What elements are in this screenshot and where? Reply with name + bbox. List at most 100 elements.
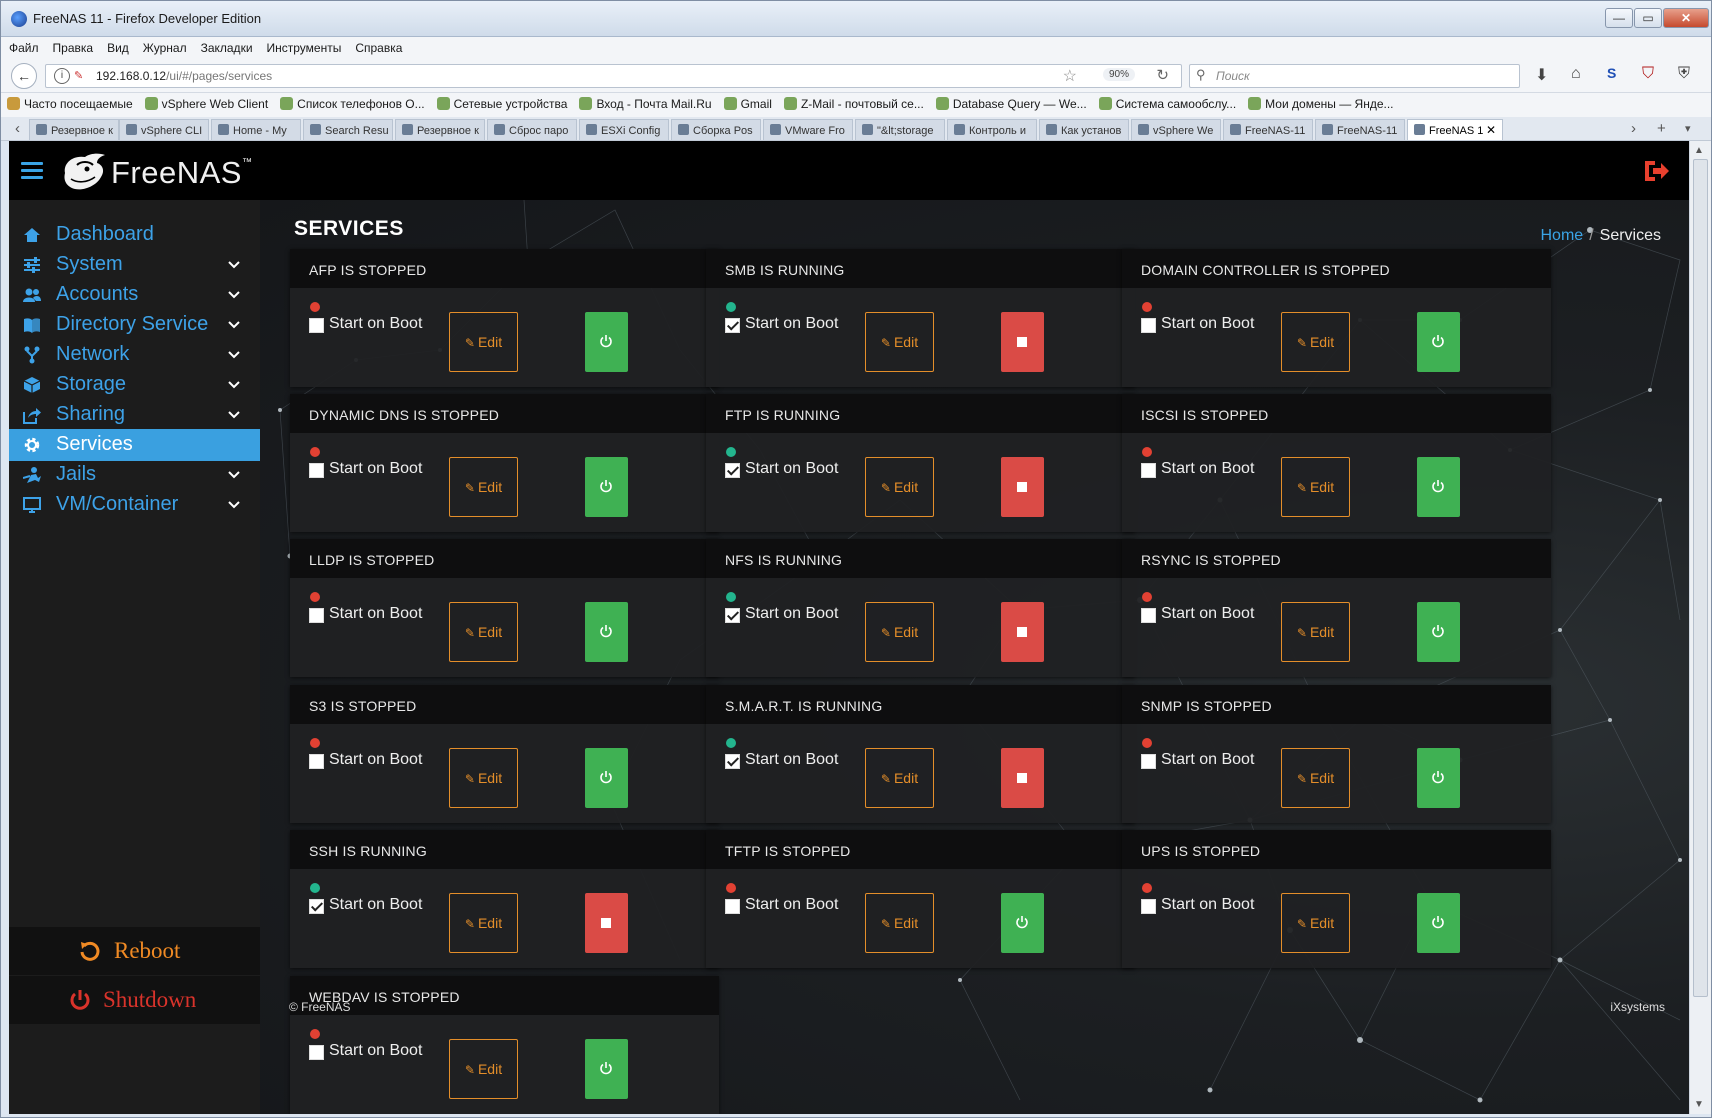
edit-button[interactable]: ✎ Edit bbox=[1281, 893, 1350, 953]
browser-tab[interactable]: VMware Fro bbox=[763, 119, 853, 140]
edit-button[interactable]: ✎ Edit bbox=[1281, 748, 1350, 808]
scroll-up-icon[interactable]: ▲ bbox=[1694, 145, 1704, 156]
start-on-boot-checkbox[interactable] bbox=[725, 463, 740, 478]
bookmark-item[interactable]: Часто посещаемые bbox=[1, 93, 139, 111]
start-service-button[interactable] bbox=[1001, 893, 1044, 953]
addon-s-icon[interactable]: S bbox=[1607, 65, 1616, 81]
page-scrollbar[interactable]: ▲ ▼ bbox=[1689, 141, 1711, 1114]
start-service-button[interactable] bbox=[1417, 893, 1460, 953]
bookmark-item[interactable]: Сетевые устройства bbox=[431, 93, 574, 111]
sidebar-item-accounts[interactable]: Accounts bbox=[9, 279, 260, 311]
bookmark-star-icon[interactable]: ☆ bbox=[1063, 66, 1077, 86]
menu-history[interactable]: Журнал bbox=[135, 37, 193, 55]
start-service-button[interactable] bbox=[1417, 312, 1460, 372]
edit-button[interactable]: ✎ Edit bbox=[449, 748, 518, 808]
start-on-boot-label[interactable]: Start on Boot bbox=[1161, 605, 1254, 623]
start-on-boot-checkbox[interactable] bbox=[309, 754, 324, 769]
menu-help[interactable]: Справка bbox=[347, 37, 408, 55]
browser-tab[interactable]: Home - My bbox=[211, 119, 301, 140]
bookmark-item[interactable]: Мои домены — Янде... bbox=[1242, 93, 1399, 111]
browser-tab[interactable]: vSphere CLI bbox=[119, 119, 209, 140]
stop-service-button[interactable] bbox=[1001, 457, 1044, 517]
scrollbar-thumb[interactable] bbox=[1693, 159, 1708, 997]
bookmark-item[interactable]: Список телефонов О... bbox=[274, 93, 430, 111]
edit-button[interactable]: ✎ Edit bbox=[865, 312, 934, 372]
edit-button[interactable]: ✎ Edit bbox=[449, 312, 518, 372]
browser-tab[interactable]: Резервное к bbox=[395, 119, 485, 140]
start-on-boot-checkbox[interactable] bbox=[725, 608, 740, 623]
edit-button[interactable]: ✎ Edit bbox=[865, 457, 934, 517]
start-on-boot-checkbox[interactable] bbox=[1141, 318, 1156, 333]
edit-button[interactable]: ✎ Edit bbox=[449, 1039, 518, 1099]
start-on-boot-checkbox[interactable] bbox=[309, 463, 324, 478]
start-service-button[interactable] bbox=[1417, 748, 1460, 808]
start-on-boot-checkbox[interactable] bbox=[1141, 899, 1156, 914]
bookmark-item[interactable]: Система самообслу... bbox=[1093, 93, 1242, 111]
close-tab-icon[interactable]: ✕ bbox=[1486, 123, 1496, 137]
zoom-level[interactable]: 90% bbox=[1102, 68, 1135, 81]
start-service-button[interactable] bbox=[585, 457, 628, 517]
start-on-boot-checkbox[interactable] bbox=[725, 754, 740, 769]
start-on-boot-label[interactable]: Start on Boot bbox=[745, 315, 838, 333]
bookmark-item[interactable]: Gmail bbox=[718, 93, 778, 111]
search-input[interactable]: ⚲ Поиск bbox=[1189, 64, 1520, 88]
start-on-boot-label[interactable]: Start on Boot bbox=[745, 460, 838, 478]
edit-button[interactable]: ✎ Edit bbox=[449, 457, 518, 517]
browser-tab[interactable]: vSphere We bbox=[1131, 119, 1221, 140]
minimize-button[interactable]: — bbox=[1605, 8, 1633, 28]
start-on-boot-label[interactable]: Start on Boot bbox=[1161, 315, 1254, 333]
start-on-boot-label[interactable]: Start on Boot bbox=[1161, 751, 1254, 769]
sidebar-item-dashboard[interactable]: Dashboard bbox=[9, 219, 260, 251]
maximize-button[interactable]: ▭ bbox=[1634, 8, 1662, 28]
scroll-down-icon[interactable]: ▼ bbox=[1694, 1099, 1704, 1110]
browser-tab[interactable]: ESXi Config bbox=[579, 119, 669, 140]
bookmark-item[interactable]: Вход - Почта Mail.Ru bbox=[573, 93, 717, 111]
start-on-boot-label[interactable]: Start on Boot bbox=[329, 315, 422, 333]
close-button[interactable]: ✕ bbox=[1663, 8, 1709, 28]
chevron-down-icon[interactable] bbox=[228, 409, 240, 421]
start-on-boot-label[interactable]: Start on Boot bbox=[1161, 896, 1254, 914]
sidebar-item-system[interactable]: System bbox=[9, 249, 260, 281]
stop-service-button[interactable] bbox=[1001, 312, 1044, 372]
start-on-boot-label[interactable]: Start on Boot bbox=[329, 1042, 422, 1060]
sidebar-item-storage[interactable]: Storage bbox=[9, 369, 260, 401]
start-on-boot-label[interactable]: Start on Boot bbox=[329, 751, 422, 769]
browser-tab[interactable]: FreeNAS-11 bbox=[1315, 119, 1405, 140]
edit-button[interactable]: ✎ Edit bbox=[449, 893, 518, 953]
start-service-button[interactable] bbox=[1417, 457, 1460, 517]
start-service-button[interactable] bbox=[1417, 602, 1460, 662]
start-on-boot-checkbox[interactable] bbox=[725, 318, 740, 333]
stop-service-button[interactable] bbox=[585, 893, 628, 953]
stop-service-button[interactable] bbox=[1001, 602, 1044, 662]
browser-tab[interactable]: FreeNAS-11 bbox=[1223, 119, 1313, 140]
start-service-button[interactable] bbox=[585, 312, 628, 372]
sidebar-item-sharing[interactable]: Sharing bbox=[9, 399, 260, 431]
reload-icon[interactable]: ↻ bbox=[1156, 66, 1169, 84]
shield-icon[interactable]: ⛨ bbox=[1678, 65, 1690, 83]
menu-bookmarks[interactable]: Закладки bbox=[193, 37, 259, 55]
ublock-icon[interactable]: ⛉ bbox=[1642, 65, 1654, 83]
edit-button[interactable]: ✎ Edit bbox=[449, 602, 518, 662]
start-on-boot-checkbox[interactable] bbox=[725, 899, 740, 914]
edit-button[interactable]: ✎ Edit bbox=[865, 893, 934, 953]
start-on-boot-label[interactable]: Start on Boot bbox=[745, 896, 838, 914]
browser-tab[interactable]: Как установ bbox=[1039, 119, 1129, 140]
bookmark-item[interactable]: Database Query — We... bbox=[930, 93, 1093, 111]
chevron-down-icon[interactable] bbox=[228, 319, 240, 331]
start-on-boot-checkbox[interactable] bbox=[309, 318, 324, 333]
start-on-boot-checkbox[interactable] bbox=[309, 608, 324, 623]
sidebar-item-jails[interactable]: Jails bbox=[9, 459, 260, 491]
tab-list-icon[interactable]: ▾ bbox=[1685, 122, 1691, 135]
start-on-boot-label[interactable]: Start on Boot bbox=[1161, 460, 1254, 478]
chevron-down-icon[interactable] bbox=[228, 499, 240, 511]
start-on-boot-checkbox[interactable] bbox=[1141, 608, 1156, 623]
back-button[interactable]: ← bbox=[11, 63, 37, 89]
start-on-boot-label[interactable]: Start on Boot bbox=[329, 460, 422, 478]
browser-tab[interactable]: Контроль и bbox=[947, 119, 1037, 140]
sidebar-item-vm-container[interactable]: VM/Container bbox=[9, 489, 260, 521]
url-bar[interactable]: i ✎ 192.168.0.12/ui/#/pages/services ☆ 9… bbox=[45, 64, 1182, 88]
chevron-down-icon[interactable] bbox=[228, 259, 240, 271]
hamburger-menu-icon[interactable] bbox=[21, 162, 43, 180]
bookmark-item[interactable]: Z-Mail - почтовый се... bbox=[778, 93, 930, 111]
chevron-down-icon[interactable] bbox=[228, 469, 240, 481]
